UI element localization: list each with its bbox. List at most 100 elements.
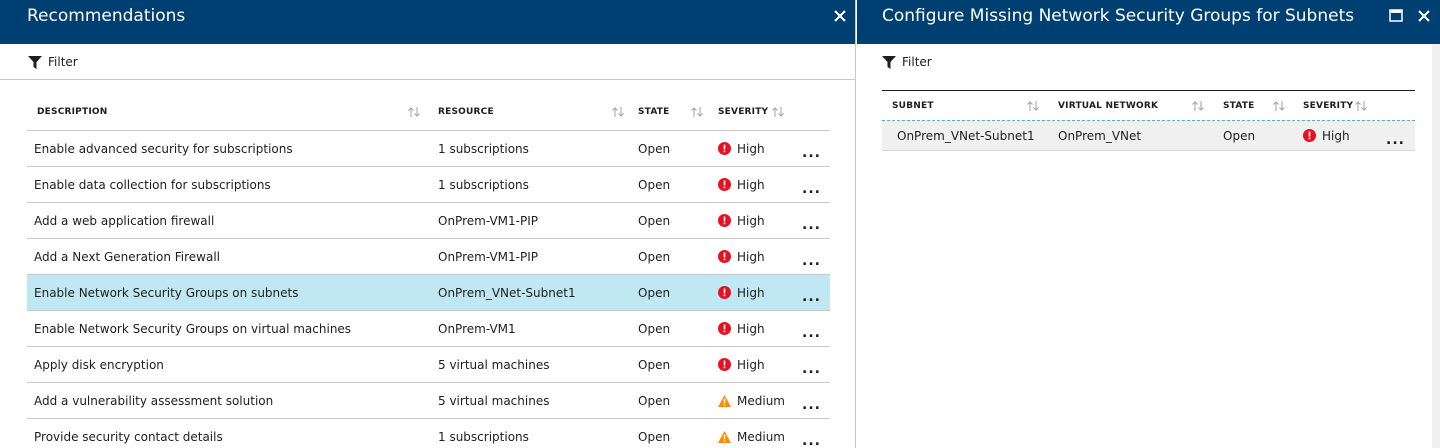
column-header-severity[interactable]: SEVERITY	[711, 94, 830, 130]
more-actions-button[interactable]: ...	[795, 289, 830, 305]
description-cell: Enable Network Security Groups on subnet…	[34, 285, 299, 300]
recommendations-title-bar: Recommendations	[0, 0, 855, 44]
more-actions-button[interactable]: ...	[795, 145, 830, 161]
state-cell: Open	[638, 357, 671, 372]
more-actions-button[interactable]: ...	[795, 397, 830, 413]
severity-cell: High	[711, 322, 795, 336]
column-header-description[interactable]: DESCRIPTION	[27, 94, 431, 130]
table-row[interactable]: Enable data collection for subscriptions…	[27, 167, 830, 203]
more-actions-button[interactable]: ...	[795, 361, 830, 377]
state-cell: Open	[638, 429, 671, 444]
table-row[interactable]: Enable Network Security Groups on virtua…	[27, 311, 830, 347]
maximize-icon[interactable]	[1386, 6, 1406, 26]
error-circle-icon	[718, 178, 731, 191]
table-row[interactable]: Add a Next Generation Firewall OnPrem-VM…	[27, 239, 830, 275]
more-actions-button[interactable]: ...	[795, 325, 830, 341]
severity-cell: High	[711, 358, 795, 372]
state-cell: Open	[638, 213, 671, 228]
state-cell: Open	[638, 393, 671, 408]
warning-triangle-icon	[718, 430, 731, 443]
severity-label: High	[737, 357, 765, 372]
configure-nsg-blade: Configure Missing Network Security Group…	[857, 0, 1440, 448]
severity-cell: Medium	[711, 394, 795, 408]
virtual-network-cell: OnPrem_VNet	[1058, 128, 1142, 143]
table-row[interactable]: Apply disk encryption 5 virtual machines…	[27, 347, 830, 383]
error-circle-icon	[718, 250, 731, 263]
state-cell: Open	[638, 177, 671, 192]
severity-cell: High	[711, 286, 795, 300]
resource-cell: OnPrem_VNet-Subnet1	[438, 285, 576, 300]
close-icon[interactable]	[1414, 6, 1434, 26]
grid-header: DESCRIPTION RESOURCE STATE SEVERITY	[27, 94, 830, 131]
severity-label: High	[737, 213, 765, 228]
table-row[interactable]: Provide security contact details 1 subsc…	[27, 419, 830, 448]
column-header-virtual-network[interactable]: VIRTUAL NETWORK	[1048, 91, 1213, 120]
more-actions-button[interactable]: ...	[795, 181, 830, 197]
resource-cell: OnPrem-VM1	[438, 321, 516, 336]
sort-arrows-icon	[1273, 100, 1285, 111]
resource-cell: OnPrem-VM1-PIP	[438, 249, 538, 264]
resource-cell: 1 subscriptions	[438, 177, 529, 192]
description-cell: Provide security contact details	[34, 429, 223, 444]
severity-cell: Medium	[711, 430, 795, 444]
sort-arrows-icon	[408, 107, 420, 117]
filter-label: Filter	[48, 55, 78, 69]
filter-icon	[882, 55, 896, 69]
filter-button[interactable]: Filter	[882, 55, 932, 69]
severity-cell: High	[711, 178, 795, 192]
error-circle-icon	[718, 286, 731, 299]
state-cell: Open	[638, 321, 671, 336]
filter-button[interactable]: Filter	[28, 55, 78, 69]
severity-label: High	[737, 141, 765, 156]
column-header-label: SUBNET	[892, 100, 934, 111]
column-header-state[interactable]: STATE	[631, 94, 711, 130]
warning-triangle-icon	[718, 394, 731, 407]
severity-label: High	[737, 321, 765, 336]
column-header-label: STATE	[1223, 100, 1255, 111]
grid-header: SUBNET VIRTUAL NETWORK STATE SEVERITY	[882, 90, 1415, 121]
column-header-label: VIRTUAL NETWORK	[1058, 100, 1159, 111]
table-row[interactable]: Add a web application firewall OnPrem-VM…	[27, 203, 830, 239]
state-cell: Open	[638, 249, 671, 264]
column-header-severity[interactable]: SEVERITY	[1293, 91, 1415, 120]
severity-cell: High	[711, 250, 795, 264]
blade-title: Recommendations	[27, 6, 186, 26]
column-header-state[interactable]: STATE	[1213, 91, 1293, 120]
subnets-grid: SUBNET VIRTUAL NETWORK STATE SEVERITY On…	[882, 90, 1415, 151]
more-actions-button[interactable]: ...	[795, 433, 830, 448]
column-header-label: RESOURCE	[438, 107, 494, 117]
error-circle-icon	[718, 214, 731, 227]
filter-icon	[28, 55, 42, 69]
state-cell: Open	[638, 285, 671, 300]
recommendations-blade: Recommendations Filter DESCRIPTION RESOU…	[0, 0, 856, 448]
table-row-selected[interactable]: Enable Network Security Groups on subnet…	[27, 275, 830, 311]
subnet-cell: OnPrem_VNet-Subnet1	[897, 128, 1035, 143]
column-header-label: DESCRIPTION	[37, 107, 108, 117]
severity-label: Medium	[737, 393, 785, 408]
blade-title: Configure Missing Network Security Group…	[882, 6, 1355, 26]
column-header-label: SEVERITY	[1303, 100, 1354, 111]
description-cell: Enable Network Security Groups on virtua…	[34, 321, 352, 336]
resource-cell: 1 subscriptions	[438, 141, 529, 156]
resource-cell: 5 virtual machines	[438, 357, 550, 372]
table-row[interactable]: Add a vulnerability assessment solution …	[27, 383, 830, 419]
error-circle-icon	[718, 322, 731, 335]
more-actions-button[interactable]: ...	[795, 217, 830, 233]
error-circle-icon	[1303, 129, 1316, 142]
description-cell: Enable advanced security for subscriptio…	[34, 141, 293, 156]
column-header-subnet[interactable]: SUBNET	[882, 91, 1048, 120]
sort-arrows-icon	[691, 107, 703, 117]
severity-label: High	[737, 285, 765, 300]
sort-arrows-icon	[1355, 100, 1367, 111]
table-row[interactable]: OnPrem_VNet-Subnet1 OnPrem_VNet Open Hig…	[882, 121, 1415, 151]
scrollbar[interactable]	[1432, 44, 1440, 448]
table-row[interactable]: Enable advanced security for subscriptio…	[27, 131, 830, 167]
command-bar: Filter	[0, 44, 855, 80]
more-actions-button[interactable]: ...	[1380, 132, 1415, 148]
close-icon[interactable]	[830, 6, 850, 26]
more-actions-button[interactable]: ...	[795, 253, 830, 269]
description-cell: Add a web application firewall	[34, 213, 215, 228]
column-header-resource[interactable]: RESOURCE	[431, 94, 631, 130]
description-cell: Apply disk encryption	[34, 357, 164, 372]
state-cell: Open	[1223, 128, 1256, 143]
